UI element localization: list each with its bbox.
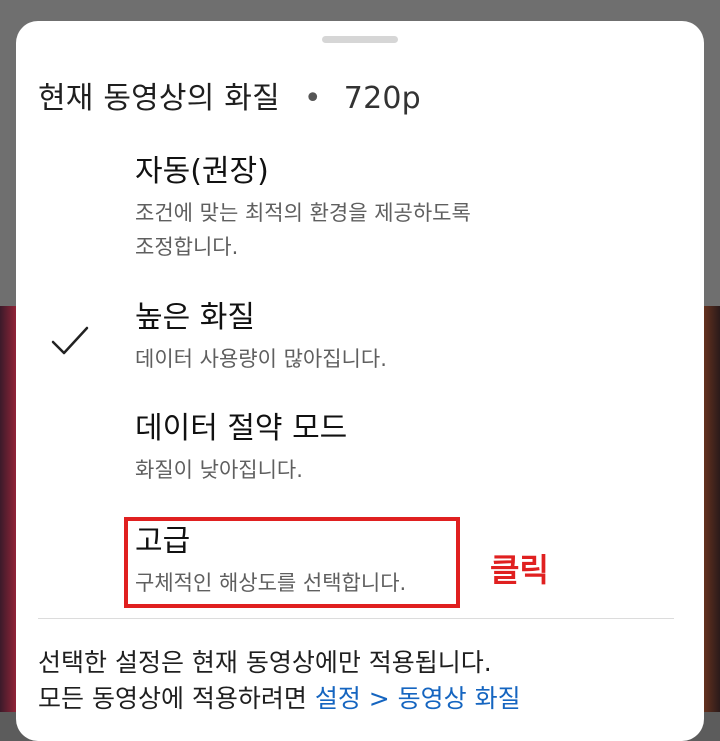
checkmark-icon xyxy=(51,326,89,355)
video-quality-settings-link[interactable]: 설정 > 동영상 화질 xyxy=(315,684,521,713)
option-auto[interactable]: 자동(권장) 조건에 맞는 최적의 환경을 제공하도록 조정합니다. xyxy=(135,152,471,264)
option-high-quality-desc: 데이터 사용량이 많아집니다. xyxy=(135,347,387,371)
advanced-highlight-box xyxy=(124,517,460,608)
option-auto-desc-line1: 조건에 맞는 최적의 환경을 제공하도록 xyxy=(135,201,471,225)
title-separator: • xyxy=(303,81,322,116)
quality-bottom-sheet: 현재 동영상의 화질 • 720p 자동(권장) 조건에 맞는 최적의 환경을 제공… xyxy=(16,21,704,741)
footer-note-line2-prefix: 모든 동영상에 적용하려면 xyxy=(38,684,315,713)
footer-divider xyxy=(38,618,674,619)
option-auto-desc: 조건에 맞는 최적의 환경을 제공하도록 조정합니다. xyxy=(135,196,471,264)
footer-note: 선택한 설정은 현재 동영상에만 적용됩니다. 모든 동영상에 적용하려면 설정… xyxy=(38,645,521,717)
option-auto-desc-line2: 조정합니다. xyxy=(135,235,239,259)
option-data-saver-label: 데이터 절약 모드 xyxy=(135,411,348,446)
footer-note-line1: 선택한 설정은 현재 동영상에만 적용됩니다. xyxy=(38,648,492,677)
option-data-saver[interactable]: 데이터 절약 모드 화질이 낮아집니다. xyxy=(135,409,347,487)
drag-handle[interactable] xyxy=(322,36,398,43)
option-high-quality[interactable]: 높은 화질 데이터 사용량이 많아집니다. xyxy=(135,298,387,376)
click-annotation: 클릭 xyxy=(490,551,549,589)
title-text: 현재 동영상의 화질 xyxy=(38,81,280,116)
option-data-saver-desc: 화질이 낮아집니다. xyxy=(135,458,303,482)
option-high-quality-label: 높은 화질 xyxy=(135,300,255,335)
sheet-title: 현재 동영상의 화질 • 720p xyxy=(38,73,421,116)
current-resolution: 720p xyxy=(343,81,421,116)
option-auto-label: 자동(권장) xyxy=(135,154,269,189)
